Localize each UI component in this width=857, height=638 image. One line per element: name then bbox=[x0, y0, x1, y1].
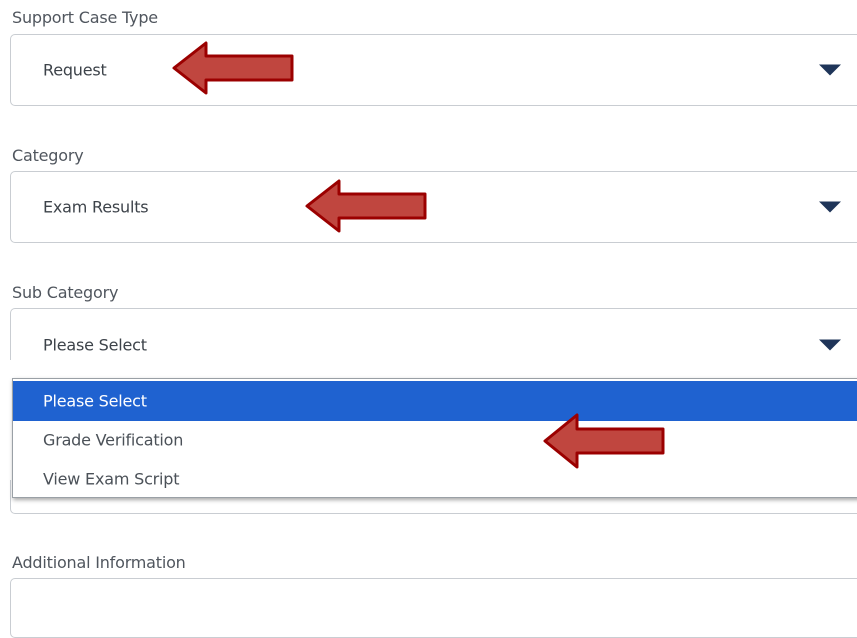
sub-category-value: Please Select bbox=[43, 335, 147, 355]
red-arrow-icon bbox=[305, 179, 427, 233]
option-view-exam-script[interactable]: View Exam Script bbox=[13, 459, 857, 499]
category-value: Exam Results bbox=[43, 197, 149, 217]
support-case-type-label: Support Case Type bbox=[12, 8, 158, 27]
sub-category-label: Sub Category bbox=[12, 283, 119, 302]
additional-information-field[interactable] bbox=[10, 578, 857, 638]
category-label: Category bbox=[12, 146, 84, 165]
red-arrow-icon bbox=[543, 413, 665, 469]
chevron-down-icon[interactable] bbox=[819, 339, 841, 351]
sub-category-select[interactable]: Please Select bbox=[10, 308, 857, 360]
chevron-down-icon[interactable] bbox=[819, 201, 841, 213]
red-arrow-icon bbox=[172, 41, 294, 95]
sub-category-dropdown-list[interactable]: Please Select Grade Verification View Ex… bbox=[12, 378, 857, 498]
support-case-type-select[interactable]: Request bbox=[10, 34, 857, 106]
additional-information-label: Additional Information bbox=[12, 553, 186, 572]
option-please-select[interactable]: Please Select bbox=[13, 381, 857, 421]
chevron-down-icon[interactable] bbox=[819, 64, 841, 76]
support-case-type-value: Request bbox=[43, 60, 107, 80]
option-grade-verification[interactable]: Grade Verification bbox=[13, 420, 857, 460]
category-select[interactable]: Exam Results bbox=[10, 171, 857, 243]
